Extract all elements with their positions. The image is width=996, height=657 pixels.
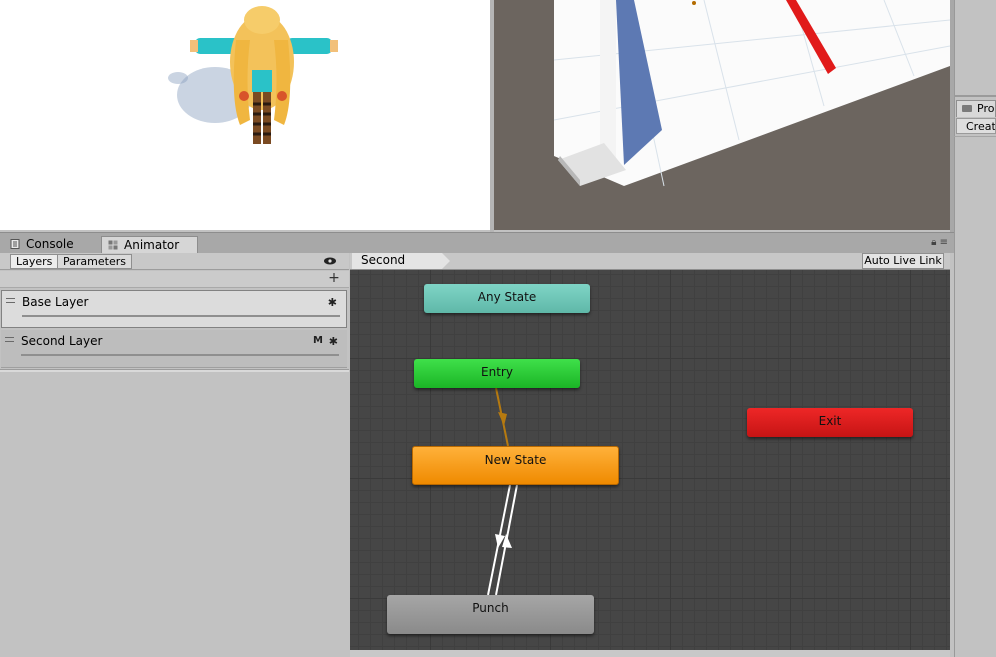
gear-icon[interactable]: ✱	[329, 335, 338, 348]
right-panel	[954, 0, 996, 657]
breadcrumb-arrow	[442, 253, 450, 269]
divider	[954, 136, 996, 137]
window-tab-bar: Console Animator 🔒︎ ≡	[0, 232, 954, 254]
state-new-state[interactable]: New State	[412, 446, 619, 485]
scene-view[interactable]	[494, 0, 950, 230]
tab-animator-label: Animator	[124, 238, 180, 252]
override-marker: M	[313, 335, 323, 346]
layer-second[interactable]: Second Layer M ✱	[1, 330, 347, 368]
console-icon	[10, 239, 20, 249]
lock-menu-icon[interactable]: 🔒︎ ≡	[931, 237, 948, 248]
tab-parameters[interactable]: Parameters	[57, 254, 132, 269]
folder-icon	[962, 105, 972, 112]
tab-console-label: Console	[26, 237, 74, 251]
state-machine-graph[interactable]: Any State Entry Exit New State Punch	[350, 270, 950, 650]
tab-console[interactable]: Console	[4, 236, 94, 254]
layers-header	[0, 271, 349, 288]
panel-divider	[954, 95, 996, 97]
create-button[interactable]: Create	[956, 118, 996, 134]
scene-preview	[553, 0, 950, 187]
state-any-state[interactable]: Any State	[424, 284, 590, 313]
drag-handle-icon[interactable]	[5, 337, 14, 342]
divider	[0, 369, 349, 372]
create-button-label: Create	[966, 120, 996, 133]
add-layer-button[interactable]: +	[327, 271, 341, 287]
state-exit[interactable]: Exit	[747, 408, 913, 437]
drag-handle-icon[interactable]	[6, 298, 15, 303]
state-punch[interactable]: Punch	[387, 595, 594, 634]
tab-layers[interactable]: Layers	[10, 254, 59, 269]
layer-name: Second Layer	[21, 334, 103, 348]
breadcrumb[interactable]: Second Layer	[352, 253, 442, 282]
graph-footer	[350, 650, 950, 657]
layer-weight-slider[interactable]	[22, 315, 340, 317]
game-view[interactable]	[0, 0, 490, 230]
tab-animator[interactable]: Animator	[101, 236, 198, 254]
layer-name: Base Layer	[22, 295, 89, 309]
project-tab[interactable]: Pro	[956, 100, 996, 117]
eye-icon[interactable]	[323, 256, 337, 266]
gear-icon[interactable]: ✱	[328, 296, 337, 309]
layer-base[interactable]: Base Layer ✱	[1, 290, 347, 328]
character-preview	[168, 6, 338, 144]
state-entry[interactable]: Entry	[414, 359, 580, 388]
auto-live-link-button[interactable]: Auto Live Link	[862, 253, 944, 269]
animator-icon	[108, 240, 118, 250]
project-tab-label: Pro	[977, 102, 995, 115]
panel-tabs: Layers Parameters	[0, 253, 349, 270]
layer-weight-slider[interactable]	[21, 354, 339, 356]
